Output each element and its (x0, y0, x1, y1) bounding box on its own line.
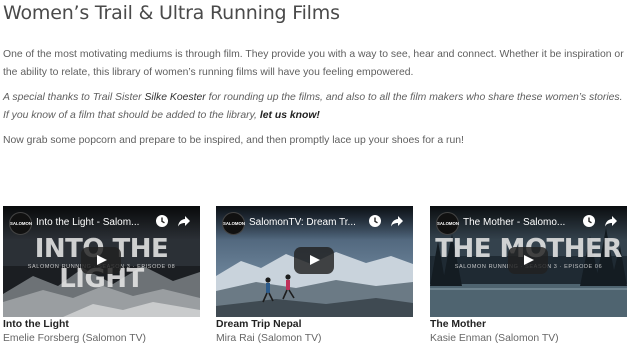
salomon-channel-icon[interactable]: SALOMON (222, 212, 245, 235)
video-player-into-the-light[interactable]: INTO THE LIGHT SALOMON RUNNING · SEASON … (3, 206, 200, 317)
video-player-the-mother[interactable]: THE MOTHER SALOMON RUNNING · SEASON 3 · … (430, 206, 627, 317)
salomon-channel-icon[interactable]: SALOMON (9, 212, 32, 235)
thanks-paragraph: A special thanks to Trail Sister Silke K… (3, 89, 629, 125)
share-icon[interactable] (604, 214, 618, 228)
closing-paragraph: Now grab some popcorn and prepare to be … (3, 135, 464, 146)
share-icon[interactable] (390, 214, 404, 228)
video-player-dream-trip-nepal[interactable]: SALOMON SalomonTV: Dream Tr... (216, 206, 413, 317)
silke-koester-link[interactable]: Silke Koester (144, 92, 205, 103)
clock-icon[interactable] (368, 214, 382, 228)
clock-icon[interactable] (155, 214, 169, 228)
video-title[interactable]: Into the Light - Salom... (36, 217, 148, 228)
salomon-channel-icon[interactable]: SALOMON (436, 212, 459, 235)
film-runner: Mira Rai (Salomon TV) (216, 333, 322, 344)
play-icon[interactable] (294, 247, 334, 274)
intro-paragraph: One of the most motivating mediums is th… (3, 49, 624, 78)
thanks-prefix: A special thanks to Trail Sister (3, 92, 145, 103)
clock-icon[interactable] (582, 214, 596, 228)
let-us-know-link[interactable]: let us know! (260, 110, 320, 121)
video-title[interactable]: The Mother - Salomo... (463, 217, 575, 228)
play-icon[interactable] (81, 247, 121, 274)
film-title: The Mother (430, 319, 486, 330)
page-title: Women’s Trail & Ultra Running Films (3, 2, 340, 24)
play-icon[interactable] (508, 247, 548, 274)
film-runner: Kasie Enman (Salomon TV) (430, 333, 559, 344)
film-runner: Emelie Forsberg (Salomon TV) (3, 333, 147, 344)
film-title: Into the Light (3, 319, 69, 330)
share-icon[interactable] (177, 214, 191, 228)
film-title: Dream Trip Nepal (216, 319, 302, 330)
video-title[interactable]: SalomonTV: Dream Tr... (249, 217, 361, 228)
